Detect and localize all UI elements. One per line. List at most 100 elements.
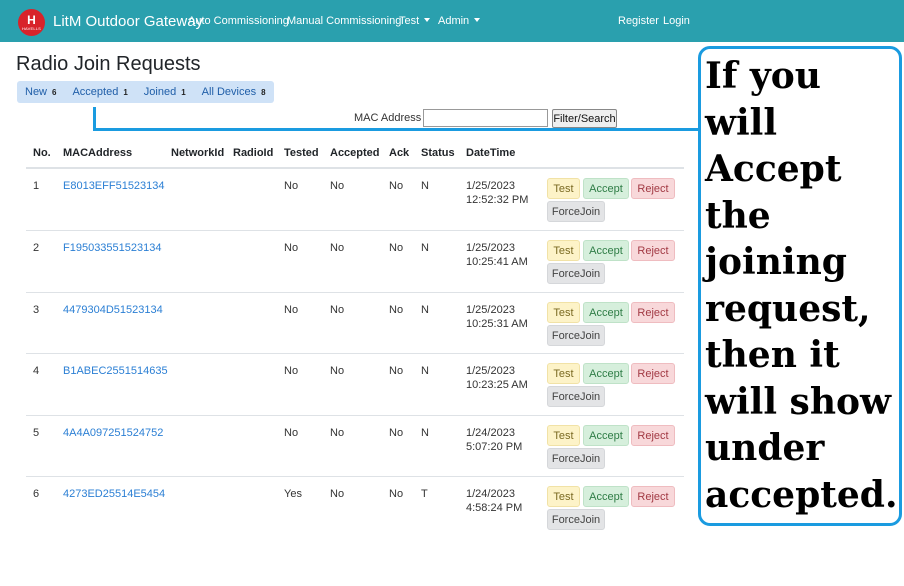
cell-date: 1/24/2023 xyxy=(466,427,515,439)
nav-test-menu[interactable]: Test xyxy=(399,15,431,27)
nav-admin-label: Admin xyxy=(438,15,470,27)
cell-ack: No xyxy=(389,365,404,377)
col-header-accepted: Accepted xyxy=(330,147,380,159)
cell-accepted: No xyxy=(330,180,345,192)
cell-date: 1/25/2023 xyxy=(466,304,515,316)
reject-button[interactable]: Reject xyxy=(631,178,675,199)
callout-line: will show xyxy=(705,380,891,423)
forcejoin-button[interactable]: ForceJoin xyxy=(547,509,605,530)
test-button[interactable]: Test xyxy=(547,302,580,323)
cell-ack: No xyxy=(389,427,404,439)
callout-line: the xyxy=(705,194,771,237)
table-row: 1 E8013EFF51523134 No No No N 1/25/2023 … xyxy=(26,168,684,231)
accept-button[interactable]: Accept xyxy=(583,425,629,446)
cell-no: 5 xyxy=(33,427,40,439)
cell-time: 10:25:31 AM xyxy=(466,318,528,330)
test-button[interactable]: Test xyxy=(547,425,580,446)
test-button[interactable]: Test xyxy=(547,178,580,199)
cell-accepted: No xyxy=(330,427,345,439)
cell-date: 1/25/2023 xyxy=(466,242,515,254)
col-header-no: No. xyxy=(33,147,51,159)
accept-button[interactable]: Accept xyxy=(583,240,629,261)
cell-tested: No xyxy=(284,304,299,316)
cell-mac-link[interactable]: 4273ED25514E5454 xyxy=(63,487,165,501)
cell-no: 6 xyxy=(33,488,40,500)
nav-test-label: Test xyxy=(399,15,420,27)
forcejoin-button[interactable]: ForceJoin xyxy=(547,386,605,407)
col-header-radioid: RadioId xyxy=(233,147,274,159)
cell-date: 1/25/2023 xyxy=(466,365,515,377)
filter-search-button[interactable]: Filter/Search xyxy=(552,109,617,128)
callout-line: joining xyxy=(705,241,847,283)
mac-address-label: MAC Address : xyxy=(354,112,428,124)
havells-logo[interactable]: H HAVELLS xyxy=(18,9,45,36)
accept-button[interactable]: Accept xyxy=(583,302,629,323)
logo-mark: H xyxy=(27,13,36,27)
annotation-connector-horizontal xyxy=(93,128,699,131)
app-brand[interactable]: LitM Outdoor Gateway xyxy=(53,13,203,30)
callout-line: will xyxy=(705,101,778,144)
cell-mac-link[interactable]: B1ABEC2551514635 xyxy=(63,364,168,378)
forcejoin-button[interactable]: ForceJoin xyxy=(547,263,605,284)
tab-count-badge: 6 xyxy=(52,87,57,97)
cell-accepted: No xyxy=(330,242,345,254)
tab-new[interactable]: New 6 xyxy=(17,81,64,103)
cell-status: N xyxy=(421,180,429,192)
forcejoin-button[interactable]: ForceJoin xyxy=(547,325,605,346)
cell-mac-link[interactable]: 4479304D51523134 xyxy=(63,303,163,317)
test-button[interactable]: Test xyxy=(547,486,580,507)
accept-button[interactable]: Accept xyxy=(583,363,629,384)
tab-joined[interactable]: Joined 1 xyxy=(136,81,194,103)
cell-mac-link[interactable]: 4A4A097251524752 xyxy=(63,426,163,440)
reject-button[interactable]: Reject xyxy=(631,363,675,384)
tab-label: Accepted xyxy=(72,86,119,98)
cell-mac-link[interactable]: E8013EFF51523134 xyxy=(63,179,165,193)
cell-accepted: No xyxy=(330,365,345,377)
accept-button[interactable]: Accept xyxy=(583,178,629,199)
col-header-mac: MACAddress xyxy=(63,147,133,159)
col-header-status: Status xyxy=(421,147,455,159)
accept-button[interactable]: Accept xyxy=(583,486,629,507)
forcejoin-button[interactable]: ForceJoin xyxy=(547,448,605,469)
callout-line: under xyxy=(705,427,825,469)
tab-count-badge: 1 xyxy=(181,87,186,97)
cell-no: 3 xyxy=(33,304,40,316)
cell-time: 10:23:25 AM xyxy=(466,379,528,391)
table-row: 6 4273ED25514E5454 Yes No No T 1/24/2023… xyxy=(26,476,684,539)
tab-count-badge: 1 xyxy=(123,87,128,97)
reject-button[interactable]: Reject xyxy=(631,425,675,446)
cell-no: 2 xyxy=(33,242,40,254)
page-title: Radio Join Requests xyxy=(16,53,201,75)
tab-all-devices[interactable]: All Devices 8 xyxy=(194,81,274,103)
cell-ack: No xyxy=(389,180,404,192)
reject-button[interactable]: Reject xyxy=(631,240,675,261)
reject-button[interactable]: Reject xyxy=(631,486,675,507)
col-header-networkid: NetworkId xyxy=(171,147,225,159)
tab-label: Joined xyxy=(143,86,177,98)
cell-time: 4:58:24 PM xyxy=(466,502,523,514)
cell-accepted: No xyxy=(330,304,345,316)
tab-label: All Devices xyxy=(201,86,257,98)
nav-register[interactable]: Register xyxy=(618,15,659,27)
mac-address-input[interactable] xyxy=(423,109,548,127)
tab-accepted[interactable]: Accepted 1 xyxy=(64,81,135,103)
callout-line: If you xyxy=(705,55,821,97)
table-row: 4 B1ABEC2551514635 No No No N 1/25/2023 … xyxy=(26,353,684,416)
cell-tested: No xyxy=(284,242,299,254)
forcejoin-button[interactable]: ForceJoin xyxy=(547,201,605,222)
reject-button[interactable]: Reject xyxy=(631,302,675,323)
tab-label: New xyxy=(25,86,48,98)
nav-manual-commissioning[interactable]: Manual Commissioning xyxy=(287,15,401,27)
cell-mac-link[interactable]: F195033551523134 xyxy=(63,241,161,255)
cell-time: 5:07:20 PM xyxy=(466,441,523,453)
table-row: 3 4479304D51523134 No No No N 1/25/2023 … xyxy=(26,292,684,355)
test-button[interactable]: Test xyxy=(547,240,580,261)
cell-accepted: No xyxy=(330,488,345,500)
col-header-datetime: DateTime xyxy=(466,147,516,159)
cell-tested: Yes xyxy=(284,488,302,500)
nav-login[interactable]: Login xyxy=(663,15,690,27)
nav-auto-commissioning[interactable]: Auto Commissioning xyxy=(188,15,289,27)
col-header-tested: Tested xyxy=(284,147,319,159)
test-button[interactable]: Test xyxy=(547,363,580,384)
nav-admin-menu[interactable]: Admin xyxy=(438,15,481,27)
